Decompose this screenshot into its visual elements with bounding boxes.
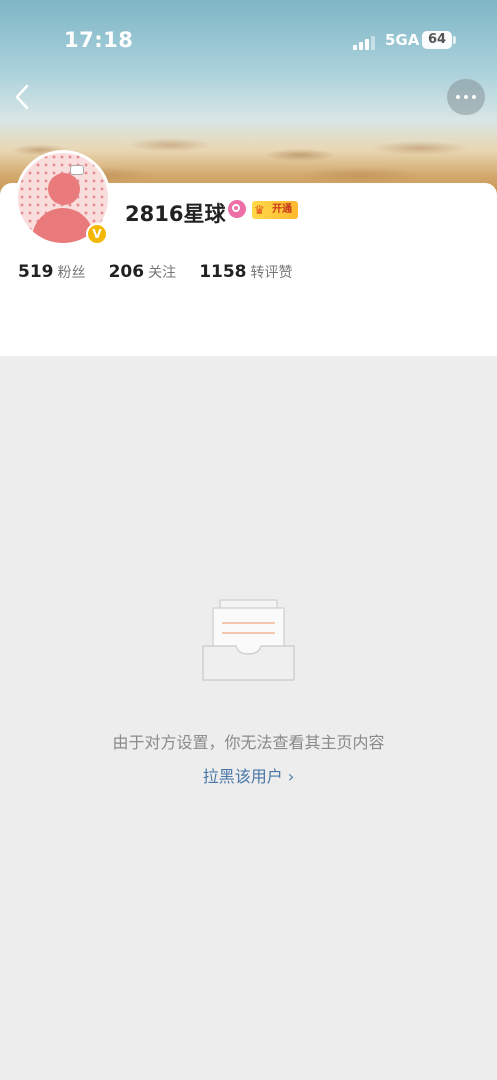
more-dot xyxy=(472,95,476,99)
followers-label: 粉丝 xyxy=(57,265,86,281)
empty-box-icon xyxy=(202,599,295,681)
more-dots-icon xyxy=(456,95,460,99)
battery-icon: 64 xyxy=(422,31,452,49)
interactions-stat[interactable]: 1158 转评赞 xyxy=(199,262,292,282)
followers-count: 519 xyxy=(18,262,54,282)
empty-state-message: 由于对方设置，你无法查看其主页内容 xyxy=(112,733,385,752)
verified-badge: V xyxy=(86,223,108,245)
back-button[interactable] xyxy=(10,80,40,114)
profile-stats: 519 粉丝 206 关注 1158 转评赞 xyxy=(18,262,311,284)
block-user-link[interactable]: 拉黑该用户 › xyxy=(0,763,497,787)
more-dot xyxy=(464,95,468,99)
interactions-label: 转评赞 xyxy=(250,265,293,281)
following-stat[interactable]: 206 关注 xyxy=(109,262,177,282)
more-button[interactable] xyxy=(447,79,485,115)
network-type: 5GA xyxy=(385,31,420,49)
avatar-sticker xyxy=(70,165,84,175)
username: 2816星球 xyxy=(125,202,226,226)
interactions-count: 1158 xyxy=(199,262,247,282)
crown-icon: ♛ xyxy=(254,203,265,217)
battery-tip xyxy=(453,36,456,44)
vip-badge-label: 开通 xyxy=(272,204,292,215)
status-time: 17:18 xyxy=(64,28,134,52)
status-bar: 17:18 5GA 64 xyxy=(0,0,497,80)
followers-stat[interactable]: 519 粉丝 xyxy=(18,262,86,282)
search-badge-icon[interactable] xyxy=(228,200,246,218)
vip-open-badge[interactable]: ♛ 开通 xyxy=(252,201,298,219)
signal-icon xyxy=(353,36,377,50)
following-label: 关注 xyxy=(148,265,177,281)
avatar-head xyxy=(48,173,80,205)
chevron-left-icon xyxy=(15,84,29,110)
following-count: 206 xyxy=(108,262,145,282)
avatar-body xyxy=(32,208,94,243)
